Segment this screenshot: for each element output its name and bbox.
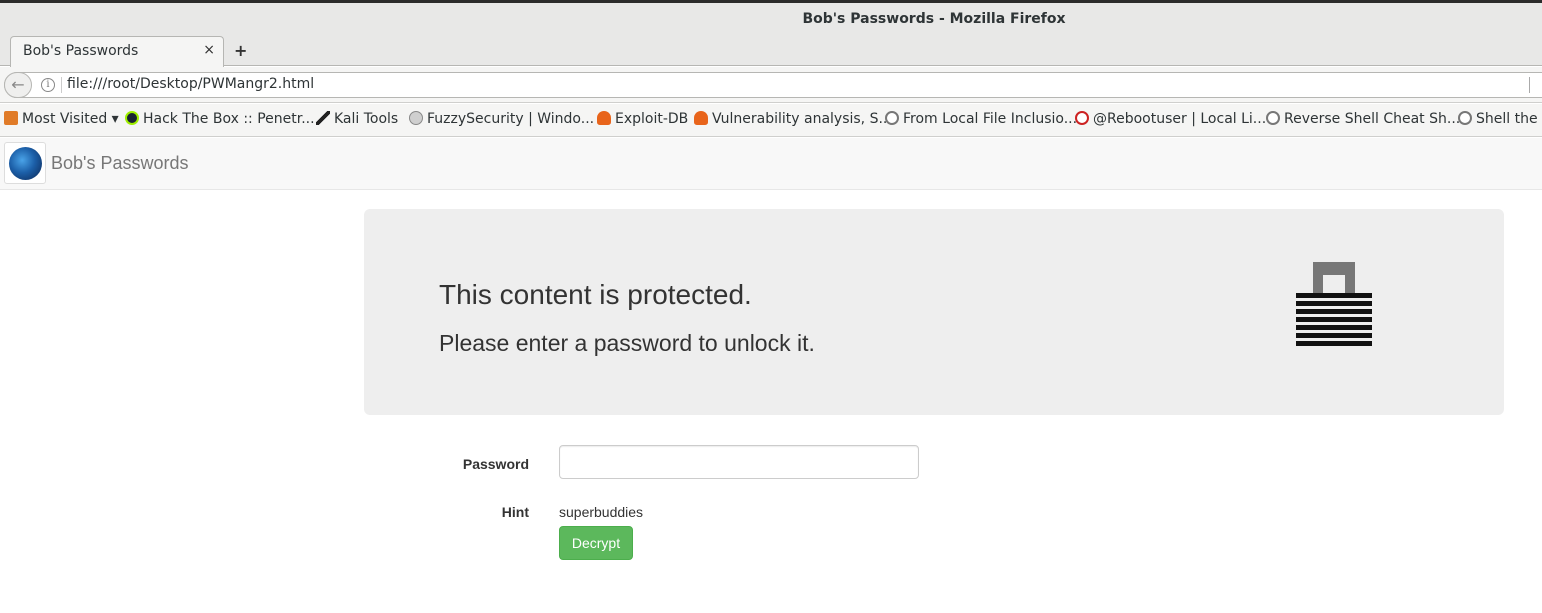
hint-value: superbuddies [559,504,644,520]
site-brand[interactable]: Bob's Passwords [51,153,189,174]
bookmark-label: Shell the w [1476,111,1542,127]
bookmark-label: FuzzySecurity | Windo... [427,111,595,127]
url-text[interactable]: file:///root/Desktop/PWMangr2.html [67,76,314,92]
htb-cube-icon [125,111,139,125]
site-navbar: Bob's Passwords [0,138,1542,190]
hint-label: Hint [501,504,529,520]
globe-icon [1266,111,1280,125]
globe-logo-icon [9,147,42,180]
address-bar[interactable]: ← i file:///root/Desktop/PWMangr2.html [4,72,1542,98]
info-icon[interactable]: i [41,78,55,92]
new-tab-plus-icon[interactable]: + [234,41,247,60]
bookmark-label: From Local File Inclusio... [903,111,1078,127]
close-icon[interactable]: × [203,42,215,58]
window-title: Bob's Passwords - Mozilla Firefox [802,11,1066,27]
window-titlebar: Bob's Passwords - Mozilla Firefox [0,0,1542,36]
skull-icon [409,111,423,125]
bookmark-local-file-inclusion[interactable]: From Local File Inclusio... [885,111,1077,127]
bookmark-label: Vulnerability analysis, S... [712,111,892,127]
password-label: Password [462,456,529,472]
folder-icon [4,111,18,125]
kali-dragon-icon [316,111,330,125]
bookmark-label: Hack The Box :: Penetr... [143,111,315,127]
bookmark-label: Kali Tools [334,111,399,127]
exploitdb-icon [694,111,708,125]
protected-jumbotron: This content is protected. Please enter … [364,209,1504,415]
bookmark-label: Reverse Shell Cheat Sh... [1284,111,1461,127]
bookmark-hackthebox[interactable]: Hack The Box :: Penetr... [125,111,315,127]
bookmark-most-visited[interactable]: Most Visited ▾ [4,111,119,127]
url-separator [61,77,62,93]
protected-subtitle: Please enter a password to unlock it. [439,330,815,356]
bookmark-shell-the-web[interactable]: Shell the w [1458,111,1542,127]
bookmark-reverse-shell[interactable]: Reverse Shell Cheat Sh... [1266,111,1460,127]
bookmark-label: Most Visited ▾ [22,111,119,127]
bookmark-fuzzysecurity[interactable]: FuzzySecurity | Windo... [409,111,594,127]
page-viewport: Bob's Passwords This content is protecte… [0,138,1542,613]
navigation-toolbar: ← i file:///root/Desktop/PWMangr2.html [0,67,1542,103]
back-arrow-icon[interactable]: ← [4,72,32,98]
bookmark-rebootuser[interactable]: @Rebootuser | Local Li... [1075,111,1266,127]
bookmark-label: Exploit-DB [615,111,689,127]
tab-bobs-passwords[interactable]: Bob's Passwords × [10,36,224,67]
bookmark-exploit-db[interactable]: Exploit-DB [597,111,688,127]
globe-icon [1458,111,1472,125]
bookmark-kali-tools[interactable]: Kali Tools [316,111,398,127]
site-logo[interactable] [4,142,46,184]
tab-label: Bob's Passwords [23,43,139,59]
padlock-icon [1296,262,1372,346]
power-icon [1075,111,1089,125]
bookmark-label: @Rebootuser | Local Li... [1093,111,1267,127]
tab-strip: Bob's Passwords × + [0,36,1542,67]
password-input[interactable] [559,445,919,479]
url-right-separator [1529,77,1530,93]
protected-title: This content is protected. [439,279,752,310]
bookmark-vulnerability-analysis[interactable]: Vulnerability analysis, S... [694,111,892,127]
decrypt-button[interactable]: Decrypt [559,526,633,560]
bookmarks-toolbar: Most Visited ▾ Hack The Box :: Penetr...… [0,104,1542,137]
globe-icon [885,111,899,125]
exploitdb-icon [597,111,611,125]
